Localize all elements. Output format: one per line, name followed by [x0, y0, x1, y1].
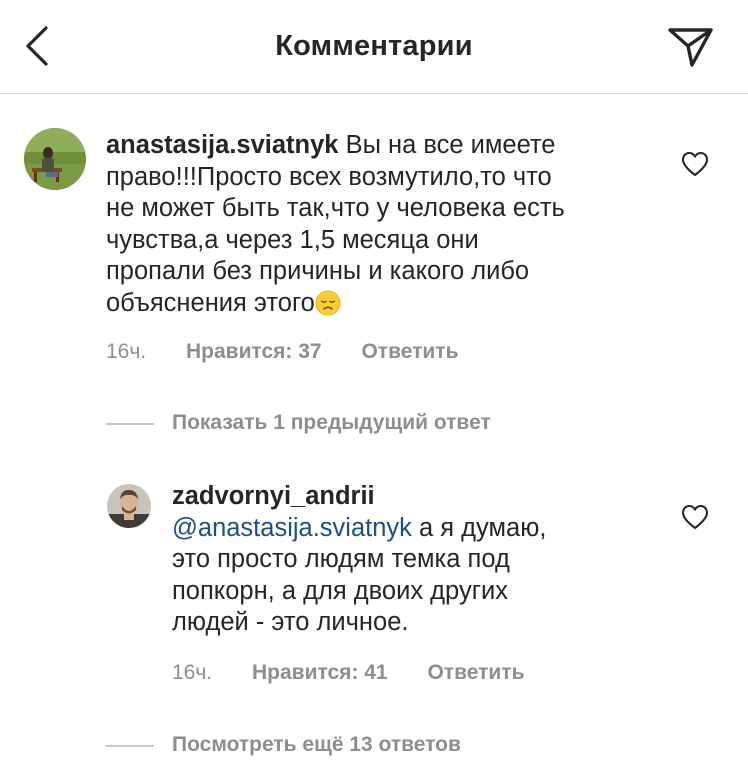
avatar-photo — [107, 484, 151, 528]
comment-text-line: не может быть так,что у человека есть — [106, 194, 565, 222]
thread-divider-line — [106, 423, 154, 425]
heart-outline-icon[interactable] — [680, 503, 710, 531]
comment-body: zadvornyi_andrii @anastasija.sviatnyk а … — [172, 481, 632, 639]
share-button[interactable] — [664, 24, 716, 70]
avatar[interactable] — [24, 128, 86, 190]
header-bar: Комментарии — [0, 0, 748, 94]
likes-count-button[interactable]: Нравится: 37 — [186, 340, 322, 363]
avatar-photo — [24, 128, 86, 190]
thread-divider-line — [106, 745, 154, 747]
comment-meta: 16ч. Нравится: 37 Ответить — [106, 340, 459, 364]
comment-time: 16ч. — [172, 661, 213, 684]
view-more-replies-button[interactable]: Посмотреть ещё 13 ответов — [172, 733, 461, 757]
reply-button[interactable]: Ответить — [427, 661, 524, 684]
comment-text-line: людей - это личное. — [172, 608, 409, 636]
comment-meta: 16ч. Нравится: 41 Ответить — [172, 661, 525, 685]
mention-link[interactable]: @anastasija.sviatnyk — [172, 514, 412, 542]
heart-outline-icon[interactable] — [680, 150, 710, 178]
avatar[interactable] — [107, 484, 151, 528]
reply-button[interactable]: Ответить — [361, 340, 458, 363]
page-title: Комментарии — [275, 30, 473, 62]
comment-text-line: чувства,а через 1,5 месяца они — [106, 225, 479, 254]
comment-text-line: пропали без причины и какого либо — [106, 257, 530, 285]
comment-time: 16ч. — [106, 340, 147, 363]
comment-text-line: право!!!Просто всех возмутило,то что — [106, 162, 552, 191]
show-previous-reply-button[interactable]: Показать 1 предыдущий ответ — [172, 411, 491, 435]
comment-text-line: это просто людям темка под — [172, 545, 510, 573]
disappointed-face-emoji — [315, 290, 341, 315]
likes-count-button[interactable]: Нравится: 41 — [252, 661, 388, 684]
direct-send-icon — [668, 28, 713, 67]
comment-username[interactable]: zadvornyi_andrii — [172, 481, 632, 513]
comment-username[interactable]: anastasija.sviatnyk — [106, 131, 338, 159]
comment-text-line: а я думаю, — [419, 513, 547, 542]
comment-text-line: объяснения этого — [106, 288, 315, 317]
comment-text-line: попкорн, а для двоих других — [172, 576, 508, 605]
comment-body: anastasija.sviatnyk Вы на все имеете пра… — [106, 130, 646, 319]
comment-text-line: Вы на все имеете — [345, 131, 556, 159]
